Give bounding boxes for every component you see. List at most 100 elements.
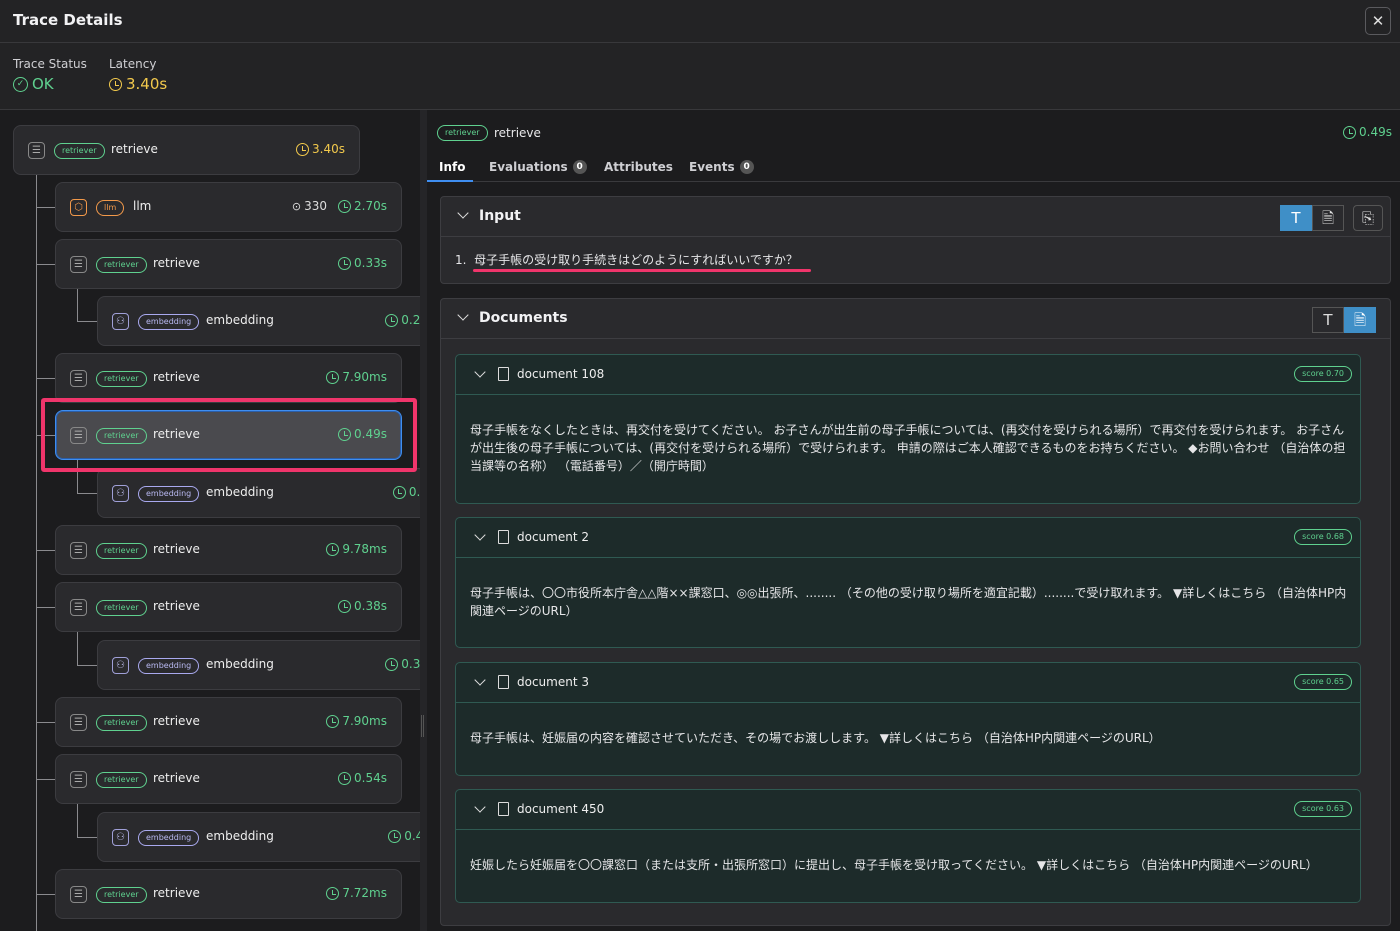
- retriever-database-icon: ☰: [70, 771, 87, 788]
- span-name: retrieve: [153, 256, 200, 270]
- document-icon: [498, 675, 509, 689]
- retriever-database-icon: ☰: [70, 886, 87, 903]
- text-view-button[interactable]: T: [1280, 205, 1312, 231]
- check-circle-icon: ✓: [13, 76, 28, 92]
- document-body: 母子手帳は、〇〇市役所本庁舎△△階××課窓口、◎◎出張所、........ （そ…: [470, 586, 1347, 618]
- span-latency: 7.90ms: [326, 714, 387, 728]
- clock-icon: [338, 599, 352, 613]
- span-node-embedding[interactable]: ⚇ embedding embedding 0.4: [97, 468, 420, 518]
- document-card: document 3 score 0.65 母子手帳は、妊娠届の内容を確認させてい…: [455, 662, 1361, 776]
- span-latency: 0.54s: [338, 771, 387, 785]
- span-node-retriever[interactable]: ☰ retriever retrieve 0.54s: [55, 754, 402, 804]
- span-latency: 0.4: [392, 485, 420, 499]
- chevron-down-icon[interactable]: [474, 674, 486, 686]
- span-node-embedding[interactable]: ⚇ embedding embedding 0.4(: [97, 812, 420, 862]
- span-kind-badge: llm: [96, 200, 125, 216]
- span-node-retriever[interactable]: ☰ retriever retrieve 7.90ms: [55, 353, 402, 403]
- document-card: document 2 score 0.68 母子手帳は、〇〇市役所本庁舎△△階××…: [455, 517, 1361, 648]
- chevron-down-icon[interactable]: [457, 207, 469, 219]
- tab-info[interactable]: Info: [439, 160, 465, 174]
- trace-summary: Trace Status ✓ OK Latency 3.40s: [0, 43, 1400, 110]
- pane-resize-handle[interactable]: [420, 110, 427, 931]
- events-count: 0: [739, 160, 754, 174]
- document-title: document 2: [517, 530, 589, 544]
- tab-events[interactable]: Events 0: [689, 160, 754, 174]
- span-name: retrieve: [153, 542, 200, 556]
- span-node-retriever[interactable]: ☰ retriever retrieve 7.90ms: [55, 697, 402, 747]
- embedding-icon: ⚇: [112, 485, 129, 502]
- span-node-retriever[interactable]: ☰ retriever retrieve 0.38s: [55, 582, 402, 632]
- clock-icon: [326, 714, 340, 728]
- embedding-icon: ⚇: [112, 829, 129, 846]
- span-name: retrieve: [153, 370, 200, 384]
- span-kind-badge: retriever: [96, 772, 147, 788]
- document-view-button[interactable]: 🗎: [1344, 307, 1376, 333]
- span-name: llm: [133, 199, 152, 213]
- span-node-retriever[interactable]: ☰ retriever retrieve 9.78ms: [55, 525, 402, 575]
- title-bar: Trace Details ✕: [0, 0, 1400, 43]
- text-view-button[interactable]: T: [1312, 307, 1344, 333]
- clock-icon: [109, 77, 122, 91]
- evaluations-count: 0: [572, 160, 587, 174]
- document-view-button[interactable]: 🗎: [1312, 205, 1344, 231]
- span-latency: 7.72ms: [326, 886, 387, 900]
- span-latency: 0.24: [385, 313, 420, 327]
- score-badge: score 0.63: [1294, 801, 1352, 817]
- chevron-down-icon[interactable]: [474, 529, 486, 541]
- chevron-down-icon[interactable]: [457, 309, 469, 321]
- document-card: document 108 score 0.70 母子手帳をなくしたときは、再交付を…: [455, 354, 1361, 504]
- clock-icon: [1343, 125, 1357, 139]
- retriever-database-icon: ☰: [70, 370, 87, 387]
- document-icon: [498, 802, 509, 816]
- span-node-llm[interactable]: ⬡ llm llm ⊙ 330 2.70s: [55, 182, 402, 232]
- span-latency: 7.90ms: [326, 370, 387, 384]
- span-kind-badge: embedding: [138, 314, 200, 330]
- chevron-down-icon[interactable]: [474, 366, 486, 378]
- span-kind-badge: embedding: [138, 658, 200, 674]
- selected-span-highlight: [41, 398, 417, 472]
- retriever-database-icon: ☰: [70, 714, 87, 731]
- document-title: document 108: [517, 367, 605, 381]
- close-button[interactable]: ✕: [1365, 7, 1391, 35]
- retriever-database-icon: ☰: [70, 256, 87, 273]
- document-body: 母子手帳をなくしたときは、再交付を受けてください。 お子さんが出生前の母子手帳に…: [470, 423, 1346, 473]
- clock-icon: [385, 313, 399, 327]
- latency: Latency 3.40s: [109, 57, 167, 93]
- score-badge: score 0.70: [1294, 366, 1352, 382]
- tab-attributes[interactable]: Attributes: [604, 160, 673, 174]
- span-node-embedding[interactable]: ⚇ embedding embedding 0.24: [97, 296, 420, 346]
- span-name: embedding: [206, 657, 274, 671]
- span-latency: 0.30: [385, 657, 420, 671]
- span-node-retriever[interactable]: ☰ retriever retrieve 3.40s: [13, 125, 360, 175]
- clock-icon: [326, 370, 340, 384]
- document-card: document 450 score 0.63 妊娠したら妊娠届を〇〇課窓口（また…: [455, 789, 1361, 903]
- clock-icon: [388, 829, 402, 843]
- span-latency: 0.4(: [388, 829, 420, 843]
- input-message: 1. 母子手帳の受け取り手続きはどのようにすればいいですか？: [455, 253, 798, 267]
- span-kind-badge: retriever: [96, 715, 147, 731]
- span-kind-badge: embedding: [138, 830, 200, 846]
- tab-evaluations[interactable]: Evaluations 0: [489, 160, 587, 174]
- span-tree: ☰ retriever retrieve 3.40s ⬡ llm llm ⊙ 330 2.70s ☰…: [0, 110, 420, 931]
- span-node-retriever[interactable]: ☰ retriever retrieve 7.72ms: [55, 869, 402, 919]
- span-node-embedding[interactable]: ⚇ embedding embedding 0.30: [97, 640, 420, 690]
- document-icon: [498, 367, 509, 381]
- span-kind-badge: retriever: [96, 371, 147, 387]
- chevron-down-icon[interactable]: [474, 801, 486, 813]
- tokens-icon: ⊙: [291, 199, 302, 213]
- active-tab-indicator: [427, 180, 473, 182]
- score-badge: score 0.65: [1294, 674, 1352, 690]
- clock-icon: [338, 771, 352, 785]
- span-node-retriever[interactable]: ☰ retriever retrieve 0.33s: [55, 239, 402, 289]
- copy-button[interactable]: ⎘: [1353, 205, 1383, 231]
- clock-icon: [296, 142, 310, 156]
- span-detail: retriever retrieve 0.49s Info Evaluation…: [427, 110, 1400, 931]
- document-icon: [498, 530, 509, 544]
- llm-hexagon-icon: ⬡: [70, 199, 87, 216]
- span-name: embedding: [206, 829, 274, 843]
- span-kind-badge: retriever: [96, 257, 147, 273]
- input-title: Input: [479, 208, 521, 224]
- span-latency: 0.49s: [1359, 125, 1392, 139]
- clock-icon: [338, 199, 352, 213]
- span-kind-badge: retriever: [96, 543, 147, 559]
